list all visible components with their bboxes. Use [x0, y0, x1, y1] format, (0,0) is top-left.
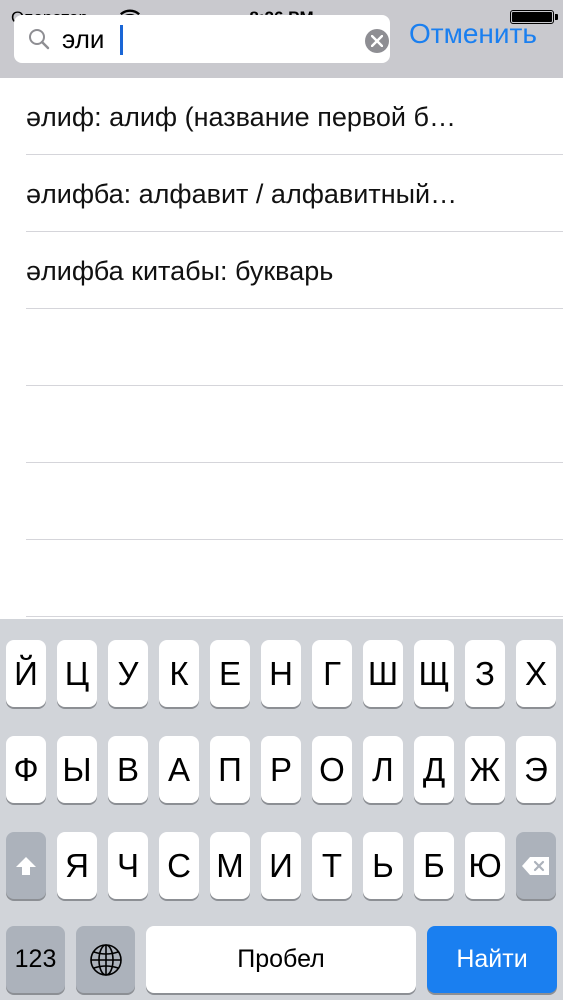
key[interactable]: Г: [312, 640, 352, 707]
text-cursor: [120, 25, 123, 55]
key[interactable]: Э: [516, 736, 556, 803]
key[interactable]: П: [210, 736, 250, 803]
globe-key[interactable]: [76, 926, 135, 993]
key[interactable]: К: [159, 640, 199, 707]
key[interactable]: Р: [261, 736, 301, 803]
key[interactable]: О: [312, 736, 352, 803]
search-header: Оператор 8:26 PM Отменить: [0, 0, 563, 78]
key[interactable]: Я: [57, 832, 97, 899]
clear-search-icon[interactable]: [365, 29, 389, 53]
result-text: әлифба: алфавит / алфавитный…: [26, 179, 458, 209]
key[interactable]: Ф: [6, 736, 46, 803]
key[interactable]: Щ: [414, 640, 454, 707]
key[interactable]: С: [159, 832, 199, 899]
cancel-button[interactable]: Отменить: [409, 18, 537, 50]
key[interactable]: Х: [516, 640, 556, 707]
search-results-list: әлиф: алиф (название первой б… әлифба: а…: [0, 78, 563, 617]
search-icon: [28, 28, 50, 55]
search-action-key[interactable]: Найти: [427, 926, 557, 993]
globe-icon: [89, 943, 122, 976]
key[interactable]: М: [210, 832, 250, 899]
key[interactable]: Ш: [363, 640, 403, 707]
result-row[interactable]: әлифба: алфавит / алфавитный…: [26, 155, 563, 232]
search-input[interactable]: [62, 15, 342, 63]
result-row[interactable]: әлиф: алиф (название первой б…: [26, 78, 563, 155]
key[interactable]: Т: [312, 832, 352, 899]
empty-row: [26, 386, 563, 463]
search-field[interactable]: [14, 15, 390, 63]
key[interactable]: В: [108, 736, 148, 803]
key[interactable]: Й: [6, 640, 46, 707]
key[interactable]: Ы: [57, 736, 97, 803]
key[interactable]: Ь: [363, 832, 403, 899]
key[interactable]: Ж: [465, 736, 505, 803]
key[interactable]: З: [465, 640, 505, 707]
result-text: әлифба китабы: букварь: [26, 256, 334, 286]
empty-row: [26, 540, 563, 617]
result-row[interactable]: әлифба китабы: букварь: [26, 232, 563, 309]
key[interactable]: Л: [363, 736, 403, 803]
space-key[interactable]: Пробел: [146, 926, 416, 993]
key[interactable]: Б: [414, 832, 454, 899]
keyboard: Й Ц У К Е Н Г Ш Щ З Х Ф Ы В А П Р О Л Д …: [0, 619, 563, 1000]
key[interactable]: У: [108, 640, 148, 707]
empty-row: [26, 309, 563, 386]
numbers-key[interactable]: 123: [6, 926, 65, 993]
key[interactable]: Ц: [57, 640, 97, 707]
key[interactable]: А: [159, 736, 199, 803]
backspace-key[interactable]: [516, 832, 556, 899]
result-text: әлиф: алиф (название первой б…: [26, 102, 456, 132]
key[interactable]: Д: [414, 736, 454, 803]
key[interactable]: Ч: [108, 832, 148, 899]
backspace-icon: [522, 856, 549, 875]
key[interactable]: Н: [261, 640, 301, 707]
key[interactable]: Е: [210, 640, 250, 707]
shift-icon: [16, 856, 36, 875]
key[interactable]: Ю: [465, 832, 505, 899]
empty-row: [26, 463, 563, 540]
shift-key[interactable]: [6, 832, 46, 899]
key[interactable]: И: [261, 832, 301, 899]
